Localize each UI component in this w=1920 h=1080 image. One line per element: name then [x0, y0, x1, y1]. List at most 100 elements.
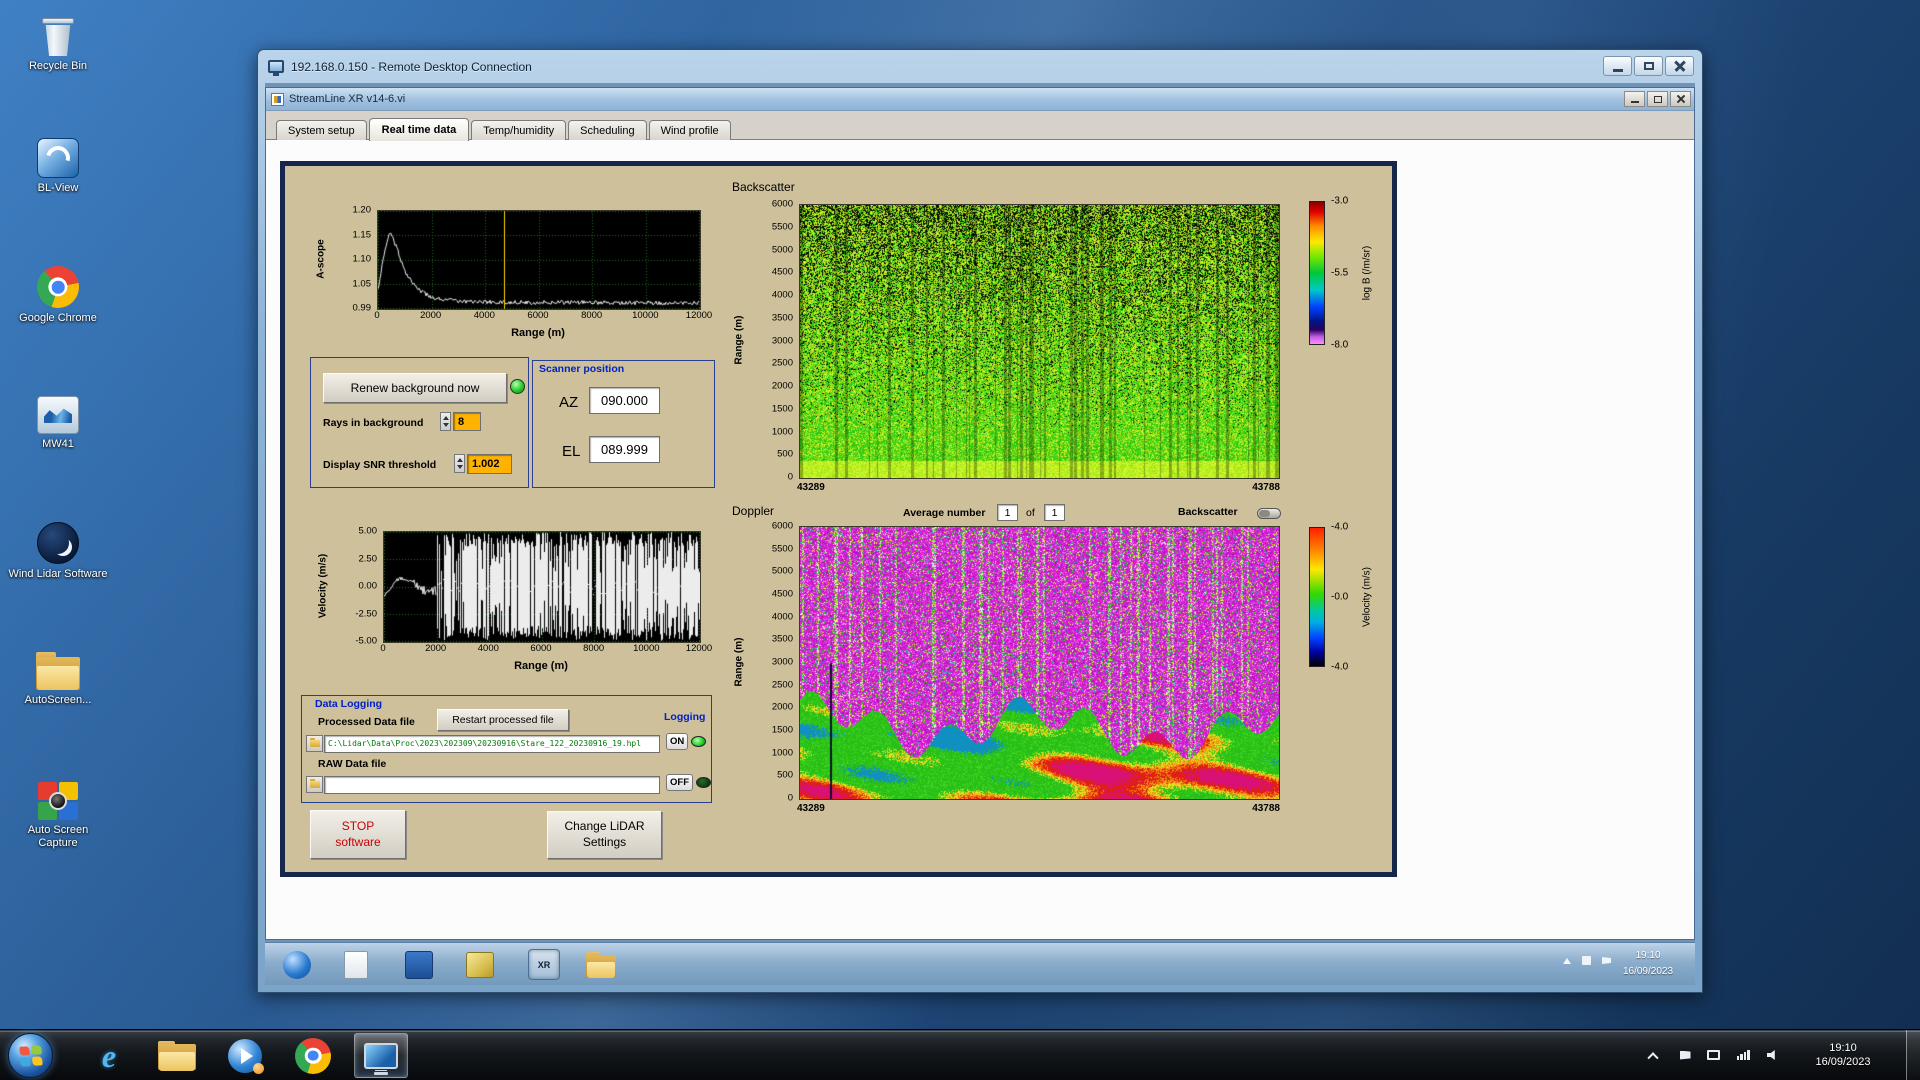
- network-icon: [1736, 1050, 1750, 1060]
- tab-temp-humidity[interactable]: Temp/humidity: [471, 120, 567, 140]
- taskbar-internet-explorer-button[interactable]: e: [82, 1033, 136, 1078]
- tray-expand-button[interactable]: [1642, 1042, 1664, 1068]
- ascope-plot-canvas[interactable]: [377, 210, 701, 310]
- velocity-plot-canvas[interactable]: [383, 531, 701, 643]
- rays-in-background-field[interactable]: 8: [453, 412, 481, 431]
- taskbar-media-player-button[interactable]: [218, 1033, 272, 1078]
- tray-action-center[interactable]: [1674, 1042, 1696, 1068]
- desktop-icon-label: Google Chrome: [19, 312, 97, 324]
- tab-wind-profile[interactable]: Wind profile: [648, 120, 731, 140]
- bl-view-icon: [37, 138, 79, 178]
- tick-label: 5500: [771, 221, 793, 232]
- remote-clock[interactable]: 19:10 16/09/2023: [1609, 948, 1687, 979]
- tray-network[interactable]: [1732, 1042, 1754, 1068]
- tab-system-setup[interactable]: System setup: [276, 120, 367, 140]
- desktop: Recycle Bin BL-View Google Chrome MW41 W…: [0, 0, 1920, 1080]
- tick-label: 1000: [771, 425, 793, 437]
- tick-label: 4000: [771, 610, 793, 622]
- desktop-icon-label: BL-View: [37, 182, 79, 194]
- app-maximize-button[interactable]: [1647, 91, 1668, 107]
- tick-label: 4000: [771, 289, 793, 301]
- stop-software-button[interactable]: STOP software: [310, 810, 406, 859]
- doppler-backscatter-toggle[interactable]: [1257, 508, 1281, 519]
- tick-label: 6000: [527, 310, 549, 321]
- speaker-icon: [1767, 1049, 1775, 1061]
- desktop-icon-bl-view[interactable]: BL-View: [8, 138, 108, 195]
- desktop-icon-autoscreen[interactable]: AutoScreen...: [8, 652, 108, 707]
- remote-tray-status-icon[interactable]: [1582, 956, 1591, 965]
- remote-tray-expand-icon[interactable]: [1563, 957, 1571, 964]
- tick-label: 2.50: [358, 552, 378, 564]
- rdp-maximize-button[interactable]: [1634, 56, 1663, 76]
- remote-taskbar-notepad-icon[interactable]: [344, 951, 368, 979]
- processed-path-field[interactable]: C:\Lidar\Data\Proc\2023\202309\20230916\…: [324, 735, 660, 753]
- raw-path-browse-icon[interactable]: [306, 776, 323, 793]
- restart-processed-file-button[interactable]: Restart processed file: [437, 709, 569, 731]
- tray-volume[interactable]: [1762, 1042, 1784, 1068]
- remote-taskbar-browser-icon[interactable]: [283, 951, 311, 979]
- taskbar-clock[interactable]: 19:10 16/09/2023: [1792, 1030, 1894, 1080]
- app-minimize-button[interactable]: [1624, 91, 1645, 107]
- az-field[interactable]: 090.000: [589, 387, 660, 414]
- tab-scheduling[interactable]: Scheduling: [568, 120, 647, 140]
- rdp-minimize-button[interactable]: [1603, 56, 1632, 76]
- remote-taskbar-folder-icon[interactable]: [586, 952, 616, 978]
- app-close-button[interactable]: [1670, 91, 1691, 107]
- backscatter-plot-canvas[interactable]: [799, 204, 1280, 479]
- remote-taskbar-app-grid-icon[interactable]: [405, 951, 433, 979]
- rdp-close-button[interactable]: [1665, 56, 1694, 76]
- tick-label: 1500: [771, 403, 793, 414]
- doppler-x-tick-end: 43788: [1252, 803, 1280, 814]
- logging-label: Logging: [664, 711, 706, 723]
- internet-explorer-icon: e: [101, 1037, 117, 1074]
- doppler-plot-canvas[interactable]: [799, 526, 1280, 800]
- raw-data-file-label: RAW Data file: [318, 758, 387, 770]
- rdp-titlebar[interactable]: 192.168.0.150 - Remote Desktop Connectio…: [258, 50, 1702, 83]
- tab-real-time-data[interactable]: Real time data: [368, 118, 470, 141]
- processed-data-file-label: Processed Data file: [318, 716, 415, 728]
- remote-taskbar-streamline-xr-icon[interactable]: XR: [528, 949, 560, 980]
- taskbar-chrome-button[interactable]: [286, 1033, 340, 1078]
- tick-label: -5.00: [355, 635, 377, 647]
- desktop-icon-wind-lidar[interactable]: Wind Lidar Software: [8, 522, 108, 581]
- desktop-icon-recycle-bin[interactable]: Recycle Bin: [8, 12, 108, 73]
- remote-tray[interactable]: [1563, 956, 1611, 965]
- raw-path-field[interactable]: [324, 776, 660, 794]
- maximize-icon: [1643, 62, 1654, 70]
- renew-background-button[interactable]: Renew background now: [323, 373, 507, 403]
- start-button[interactable]: [8, 1033, 53, 1078]
- doppler-backscatter-label: Backscatter: [1178, 506, 1238, 518]
- minimize-icon: [1630, 100, 1639, 104]
- average-count-field[interactable]: 1: [1044, 504, 1065, 521]
- app-titlebar[interactable]: StreamLine XR v14-6.vi: [266, 88, 1694, 111]
- tick-label: 4000: [473, 310, 495, 321]
- taskbar-remote-desktop-button[interactable]: [354, 1033, 408, 1078]
- average-number-field[interactable]: 1: [997, 504, 1018, 521]
- tray-display-icon[interactable]: [1702, 1042, 1724, 1068]
- rays-spinner[interactable]: [440, 412, 451, 431]
- desktop-icon-mw41[interactable]: MW41: [8, 396, 108, 451]
- snr-spinner[interactable]: [454, 454, 465, 473]
- el-field[interactable]: 089.999: [589, 436, 660, 463]
- remote-taskbar: XR 19:10 16/09/2023: [265, 942, 1695, 985]
- desktop-icon-auto-screen-capture[interactable]: Auto Screen Capture: [8, 782, 108, 850]
- remote-taskbar-notes-icon[interactable]: [466, 952, 494, 978]
- processed-logging-toggle[interactable]: ON: [666, 733, 707, 750]
- ascope-y-axis: 1.20 1.15 1.10 1.05 0.99: [331, 205, 374, 312]
- change-lidar-settings-button[interactable]: Change LiDAR Settings: [547, 811, 662, 859]
- scanner-position-group: Scanner position AZ 090.000 EL 089.999: [532, 360, 715, 488]
- show-desktop-button[interactable]: [1906, 1030, 1920, 1080]
- processed-path-browse-icon[interactable]: [306, 735, 323, 752]
- desktop-icon-label: MW41: [42, 438, 74, 450]
- tick-label: 10000: [632, 310, 659, 321]
- tick-label: -2.50: [355, 607, 377, 619]
- minimize-icon: [1612, 68, 1623, 72]
- snr-threshold-field[interactable]: 1.002: [467, 454, 512, 474]
- raw-logging-toggle[interactable]: OFF: [666, 774, 711, 791]
- rdp-window-title: 192.168.0.150 - Remote Desktop Connectio…: [291, 59, 532, 74]
- taskbar-explorer-button[interactable]: [150, 1033, 204, 1078]
- app-window-title: StreamLine XR v14-6.vi: [289, 93, 406, 105]
- velocity-x-label: Range (m): [514, 660, 568, 672]
- backscatter-colorbar: [1309, 201, 1325, 345]
- desktop-icon-google-chrome[interactable]: Google Chrome: [8, 266, 108, 325]
